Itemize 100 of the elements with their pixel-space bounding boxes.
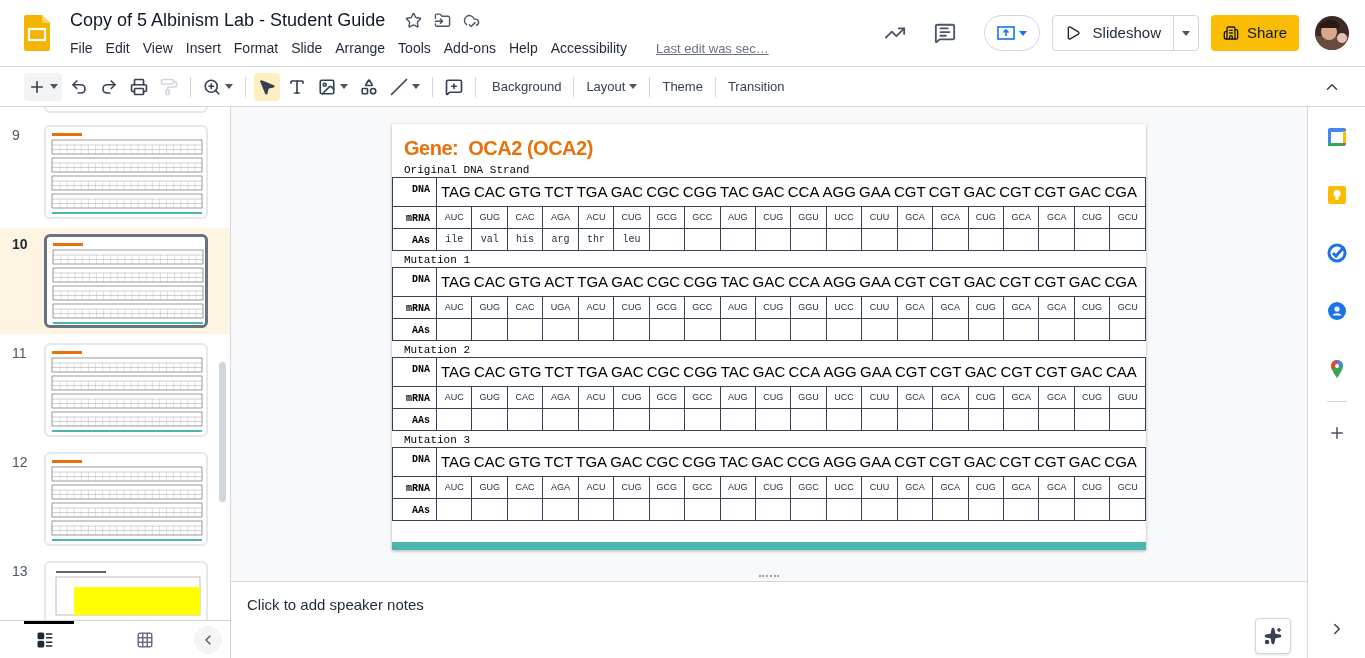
- dna-codon-cell-text: TAC: [719, 452, 749, 472]
- mrna-codon-cell: ACU: [578, 387, 615, 409]
- menu-item[interactable]: Insert: [185, 38, 221, 59]
- row-header: AAs: [393, 319, 437, 341]
- mrna-codon-cell: CUG: [1074, 387, 1111, 409]
- section-label: Mutation 3: [403, 434, 471, 447]
- mrna-codon-cell: CAC: [507, 297, 544, 319]
- grid-view-icon[interactable]: [136, 630, 154, 649]
- mrna-codon-cell: GCA: [933, 207, 969, 229]
- caret-icon[interactable]: [340, 84, 348, 89]
- share-button[interactable]: Share: [1210, 15, 1299, 51]
- empty-table-cell: [1110, 409, 1146, 431]
- scrollbar-thumb[interactable]: [219, 362, 226, 502]
- speaker-notes-field[interactable]: Click to add speaker notes: [247, 594, 424, 617]
- empty-table-cell: [578, 409, 615, 431]
- menu-item[interactable]: Accessibility: [550, 38, 627, 59]
- menu-item[interactable]: Slide: [291, 38, 323, 59]
- toolbar-text-button[interactable]: Layout: [578, 76, 646, 97]
- dna-codon-cell-text: CGT: [1000, 362, 1033, 382]
- toolbar-text-button[interactable]: Theme: [654, 76, 711, 97]
- empty-table-cell: [862, 409, 898, 431]
- slide-thumbnail[interactable]: [44, 234, 208, 328]
- slide-thumbnail-row[interactable]: 10: [0, 228, 230, 334]
- slide-thumbnail-row[interactable]: 12: [0, 446, 230, 552]
- empty-table-cell: [1039, 229, 1075, 251]
- caret-icon[interactable]: [225, 84, 233, 89]
- mrna-codon-cell: AUG: [720, 477, 756, 499]
- caret-icon[interactable]: [629, 84, 638, 89]
- redo-icon: [100, 77, 118, 96]
- slide-thumbnail-row[interactable]: 13: [0, 555, 230, 620]
- toolbar-text-button[interactable]: Background: [484, 76, 570, 97]
- filmstrip-view-icon[interactable]: [36, 630, 54, 649]
- slide-thumbnail-row[interactable]: 9: [0, 119, 230, 225]
- dna-codon-cell-text: CGA: [1104, 182, 1137, 202]
- toolbar-text-button[interactable]: Transition: [719, 76, 793, 97]
- empty-table-cell: [826, 409, 863, 431]
- mrna-codon-cell: CAC: [507, 387, 544, 409]
- empty-table-cell: [826, 229, 863, 251]
- empty-table-cell: [933, 319, 969, 341]
- menu-item[interactable]: Help: [508, 38, 538, 59]
- caret-icon[interactable]: [50, 84, 58, 89]
- slide-thumbnail-row[interactable]: 11: [0, 337, 230, 443]
- empty-table-cell: [755, 229, 792, 251]
- dna-codon-cell-text: CGT: [894, 272, 926, 292]
- menu-item[interactable]: View: [142, 38, 173, 59]
- caret-icon[interactable]: [1018, 30, 1027, 36]
- dna-codon-cell-text: GTG: [508, 452, 541, 472]
- resize-handle[interactable]: [759, 575, 779, 578]
- dna-codon-cell-text: GAA: [859, 272, 891, 292]
- empty-table-cell: [720, 319, 756, 341]
- dna-codon-cell-text: GAC: [610, 452, 643, 472]
- last-edit-link[interactable]: Last edit was sec…: [656, 38, 769, 59]
- line-icon: [390, 77, 408, 96]
- document-title[interactable]: Copy of 5 Albinism Lab - Student Guide: [70, 7, 386, 34]
- empty-table-cell: [685, 409, 721, 431]
- caret-icon[interactable]: [412, 84, 420, 89]
- mrna-codon-cell: GCG: [649, 207, 686, 229]
- menu-item[interactable]: Add-ons: [443, 38, 496, 59]
- empty-table-cell: [472, 319, 508, 341]
- mrna-codon-cell: GCC: [685, 387, 721, 409]
- slide-number: 13: [12, 562, 29, 581]
- select-button[interactable]: [254, 72, 280, 101]
- dna-codon-cell-text: TAC: [720, 362, 750, 382]
- mrna-codon-cell: CUG: [968, 207, 1004, 229]
- dna-codon-cell-text: TAC: [720, 272, 750, 292]
- star-icon[interactable]: [405, 12, 423, 29]
- menu-item[interactable]: Edit: [105, 38, 130, 59]
- empty-table-cell: [755, 499, 792, 521]
- empty-table-cell: [543, 319, 579, 341]
- caret-icon[interactable]: [1181, 30, 1190, 36]
- cloud-check-icon[interactable]: [463, 12, 481, 29]
- empty-table-cell: [1004, 319, 1040, 341]
- mrna-codon-cell: AUG: [720, 297, 756, 319]
- mrna-codon-cell: GCU: [1110, 297, 1146, 319]
- mrna-codon-cell: GCA: [1039, 297, 1075, 319]
- dna-codon-cell-text: TCT: [544, 452, 574, 472]
- explore-button[interactable]: [1255, 618, 1291, 654]
- tasks-check-icon[interactable]: [1326, 243, 1347, 263]
- slide-canvas[interactable]: [392, 124, 1146, 550]
- calendar-icon[interactable]: [1326, 127, 1347, 147]
- comments-icon[interactable]: [933, 22, 956, 44]
- shapes-icon: [360, 77, 378, 96]
- menu-item[interactable]: File: [70, 38, 93, 59]
- mrna-codon-cell: UCC: [826, 297, 863, 319]
- empty-table-cell: [1039, 319, 1075, 341]
- dna-codon-cell-text: AGG: [823, 362, 857, 382]
- menu-item[interactable]: Format: [233, 38, 279, 59]
- row-header: DNA: [393, 448, 437, 477]
- menu-item[interactable]: Arrange: [335, 38, 386, 59]
- dna-codon-cell-text: GTG: [508, 182, 542, 202]
- contacts-icon[interactable]: [1326, 301, 1347, 321]
- dna-codon-cell-text: GAC: [1068, 182, 1102, 202]
- folder-icon[interactable]: [434, 12, 452, 29]
- zoom-icon: [203, 77, 221, 96]
- dna-codon-cell-text: AGG: [822, 182, 856, 202]
- mrna-codon-cell: GCG: [649, 387, 686, 409]
- new-slide-button[interactable]: [24, 72, 62, 101]
- mrna-codon-cell: GCA: [1039, 387, 1075, 409]
- mrna-codon-cell: AGA: [543, 207, 579, 229]
- menu-item[interactable]: Tools: [398, 38, 431, 59]
